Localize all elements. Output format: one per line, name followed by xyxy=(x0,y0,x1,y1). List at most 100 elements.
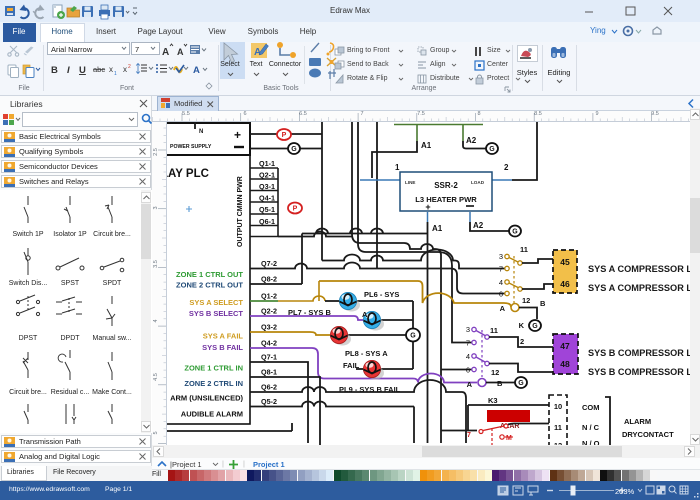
svg-text:G: G xyxy=(291,146,297,153)
svg-text:1: 1 xyxy=(395,163,400,172)
svg-text:45: 45 xyxy=(560,257,570,267)
svg-text:OUTPUT CMMN PWR: OUTPUT CMMN PWR xyxy=(237,176,244,247)
svg-text:Q3-1: Q3-1 xyxy=(259,182,275,191)
svg-text:Q1-2: Q1-2 xyxy=(261,292,277,301)
svg-text:2: 2 xyxy=(504,163,509,172)
svg-text:COM: COM xyxy=(582,403,600,412)
svg-text:11: 11 xyxy=(554,423,562,432)
svg-text:5: 5 xyxy=(153,431,159,434)
svg-text:+: + xyxy=(425,202,430,212)
svg-text:SYS B SELECT: SYS B SELECT xyxy=(189,309,244,318)
svg-text:I: I xyxy=(67,65,70,76)
svg-text:7: 7 xyxy=(499,265,503,274)
svg-text:4: 4 xyxy=(466,352,470,361)
svg-text:A2: A2 xyxy=(466,136,477,145)
svg-text:POWER SUPPLY: POWER SUPPLY xyxy=(170,144,212,150)
svg-text:6: 6 xyxy=(466,366,470,375)
svg-text:1: 1 xyxy=(114,71,117,77)
svg-text:+: + xyxy=(234,128,241,142)
svg-text:B: B xyxy=(51,65,58,76)
svg-text:A: A xyxy=(467,380,473,389)
svg-text:A1: A1 xyxy=(421,141,432,150)
svg-text:3: 3 xyxy=(153,206,159,209)
svg-text:G: G xyxy=(512,229,518,236)
svg-text:ALARM: ALARM xyxy=(624,417,651,426)
svg-text:B: B xyxy=(540,299,546,308)
svg-text:K: K xyxy=(519,321,525,330)
svg-text:N / C: N / C xyxy=(582,423,600,432)
svg-text:G: G xyxy=(410,333,416,340)
svg-text:U: U xyxy=(79,65,86,76)
svg-text:Q8-2: Q8-2 xyxy=(261,275,277,284)
svg-text:7: 7 xyxy=(466,339,470,348)
svg-text:K3: K3 xyxy=(488,396,498,405)
svg-text:48: 48 xyxy=(560,359,570,369)
svg-text:3: 3 xyxy=(499,252,503,261)
svg-text:LOAD: LOAD xyxy=(471,180,485,185)
svg-text:x: x xyxy=(109,65,113,74)
svg-text:SYS A COMPRESSOR L: SYS A COMPRESSOR L xyxy=(588,264,690,275)
svg-text:4: 4 xyxy=(499,278,503,287)
svg-text:B: B xyxy=(497,379,503,388)
svg-text:ZONE 1 CTRL IN: ZONE 1 CTRL IN xyxy=(184,364,243,373)
svg-text:12: 12 xyxy=(522,296,530,305)
svg-text:FAIL: FAIL xyxy=(343,361,360,370)
svg-text:11: 11 xyxy=(490,326,498,335)
svg-text:A2: A2 xyxy=(473,221,484,230)
svg-text:3: 3 xyxy=(466,325,470,334)
svg-text:M: M xyxy=(506,435,512,442)
svg-text:ZONE 2 CTRL IN: ZONE 2 CTRL IN xyxy=(184,379,243,388)
svg-text:SYS A COMPRESSOR L: SYS A COMPRESSOR L xyxy=(588,283,690,294)
svg-text:abc: abc xyxy=(93,65,105,74)
svg-text:P: P xyxy=(282,132,287,139)
svg-text:P: P xyxy=(293,206,298,213)
svg-text:N: N xyxy=(199,129,203,135)
svg-text:Q7-2: Q7-2 xyxy=(261,259,277,268)
svg-text:A: A xyxy=(177,47,184,57)
svg-text:LINE: LINE xyxy=(405,180,415,185)
svg-text:Q3-2: Q3-2 xyxy=(261,323,277,332)
svg-text:PL8 - SYS A: PL8 - SYS A xyxy=(345,349,388,358)
svg-text:PL6 - SYS: PL6 - SYS xyxy=(364,290,399,299)
svg-text:ZONE 1 CTRL OUT: ZONE 1 CTRL OUT xyxy=(176,270,243,279)
svg-text:PL7 - SYS B: PL7 - SYS B xyxy=(288,308,332,317)
svg-text:LAY PLC: LAY PLC xyxy=(167,168,209,180)
svg-text:Q5-1: Q5-1 xyxy=(259,205,275,214)
svg-text:A1: A1 xyxy=(432,224,443,233)
svg-text:Q6-1: Q6-1 xyxy=(259,217,275,226)
svg-text:10: 10 xyxy=(554,402,562,411)
svg-text:203%: 203% xyxy=(615,487,635,496)
svg-text:2: 2 xyxy=(128,64,131,70)
svg-text:ZONE 2 CTRL OUT: ZONE 2 CTRL OUT xyxy=(176,281,243,290)
svg-text:7: 7 xyxy=(467,432,471,439)
svg-text:SYS B FAIL: SYS B FAIL xyxy=(202,343,243,352)
svg-text:4.5: 4.5 xyxy=(153,373,159,381)
svg-text:3.5: 3.5 xyxy=(153,260,159,268)
svg-text:AUDIBLE ALARM: AUDIBLE ALARM xyxy=(181,410,243,419)
svg-text:G: G xyxy=(489,146,495,153)
svg-text:SYS B COMPRESSOR L: SYS B COMPRESSOR L xyxy=(588,367,690,378)
svg-text:Q8-1: Q8-1 xyxy=(261,368,277,377)
svg-text:Q6-2: Q6-2 xyxy=(261,383,277,392)
svg-text:DRYCONTACT: DRYCONTACT xyxy=(622,430,674,439)
svg-text:Q2-1: Q2-1 xyxy=(259,170,275,179)
svg-text:A: A xyxy=(162,47,169,58)
svg-text:2: 2 xyxy=(520,337,524,346)
svg-text:2.5: 2.5 xyxy=(153,148,159,156)
svg-text:Q4-1: Q4-1 xyxy=(259,194,275,203)
svg-text:11: 11 xyxy=(520,245,528,254)
svg-text:G: G xyxy=(518,380,524,387)
svg-text:46: 46 xyxy=(560,279,570,289)
svg-text:SYS A SELECT: SYS A SELECT xyxy=(189,298,243,307)
svg-text:4: 4 xyxy=(153,319,159,322)
svg-text:x: x xyxy=(123,65,127,74)
svg-text:SYS B COMPRESSOR L: SYS B COMPRESSOR L xyxy=(588,348,690,359)
svg-text:Q7-1: Q7-1 xyxy=(261,353,277,362)
svg-text:A: A xyxy=(362,310,368,319)
svg-text:SYS A FAIL: SYS A FAIL xyxy=(203,332,244,341)
svg-text:ARM (UNSILENCED): ARM (UNSILENCED) xyxy=(170,394,243,403)
svg-text:Q4-2: Q4-2 xyxy=(261,339,277,348)
svg-text:47: 47 xyxy=(560,341,570,351)
svg-text:Q1-1: Q1-1 xyxy=(259,159,275,168)
svg-text:A: A xyxy=(500,304,506,313)
